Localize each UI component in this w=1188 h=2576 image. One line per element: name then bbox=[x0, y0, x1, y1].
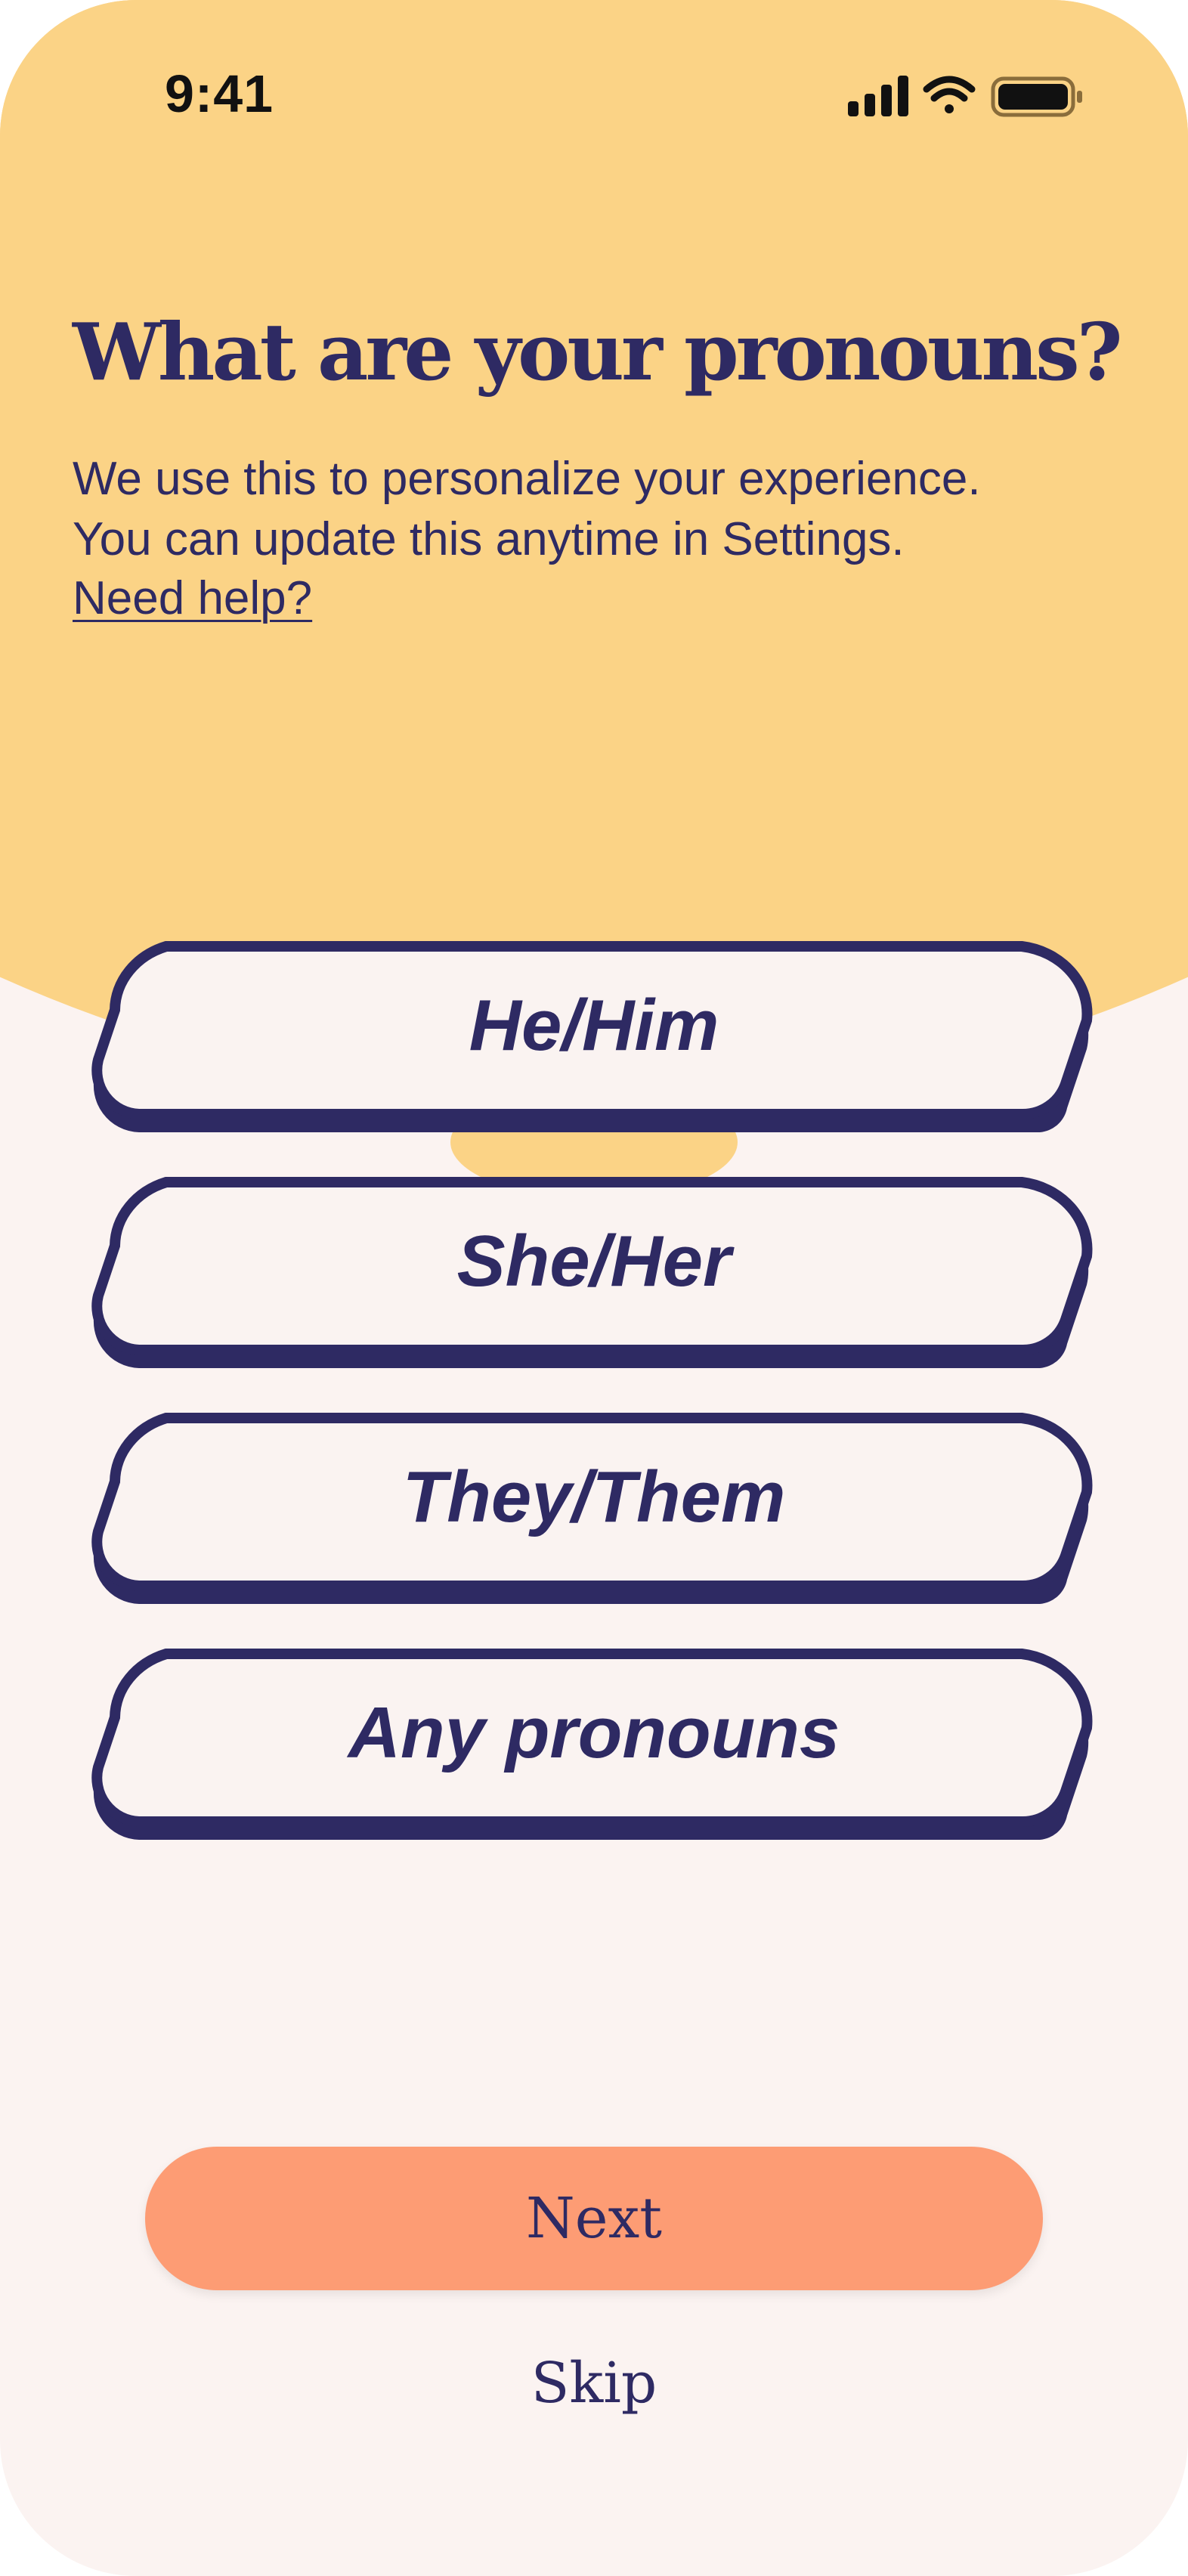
pronoun-option-they-them[interactable]: They/Them bbox=[91, 1412, 1097, 1610]
option-label: He/Him bbox=[469, 985, 719, 1066]
option-label: She/Her bbox=[456, 1221, 732, 1302]
cellular-signal-icon bbox=[848, 76, 908, 116]
option-label: They/Them bbox=[402, 1457, 786, 1537]
status-bar-icons bbox=[848, 76, 1082, 117]
phone-screen: 9:41 What are your pronouns? We use this… bbox=[0, 0, 1188, 2576]
page-subtitle: We use this to personalize your experien… bbox=[73, 449, 1131, 570]
pronoun-option-any[interactable]: Any pronouns bbox=[91, 1648, 1097, 1846]
wifi-icon bbox=[923, 76, 976, 113]
option-label: Any pronouns bbox=[348, 1692, 840, 1773]
skip-button[interactable]: Skip bbox=[443, 2351, 745, 2416]
page-title: What are your pronouns? bbox=[73, 305, 1123, 398]
next-button[interactable]: Next bbox=[145, 2147, 1043, 2290]
pronoun-option-she-her[interactable]: She/Her bbox=[91, 1176, 1097, 1374]
subtitle-line: You can update this anytime in Settings. bbox=[73, 513, 905, 565]
subtitle-line: We use this to personalize your experien… bbox=[73, 453, 981, 505]
battery-icon bbox=[991, 76, 1082, 117]
status-bar-time: 9:41 bbox=[165, 64, 274, 123]
need-help-link[interactable]: Need help? bbox=[73, 571, 312, 625]
pronoun-option-he-him[interactable]: He/Him bbox=[91, 940, 1097, 1138]
